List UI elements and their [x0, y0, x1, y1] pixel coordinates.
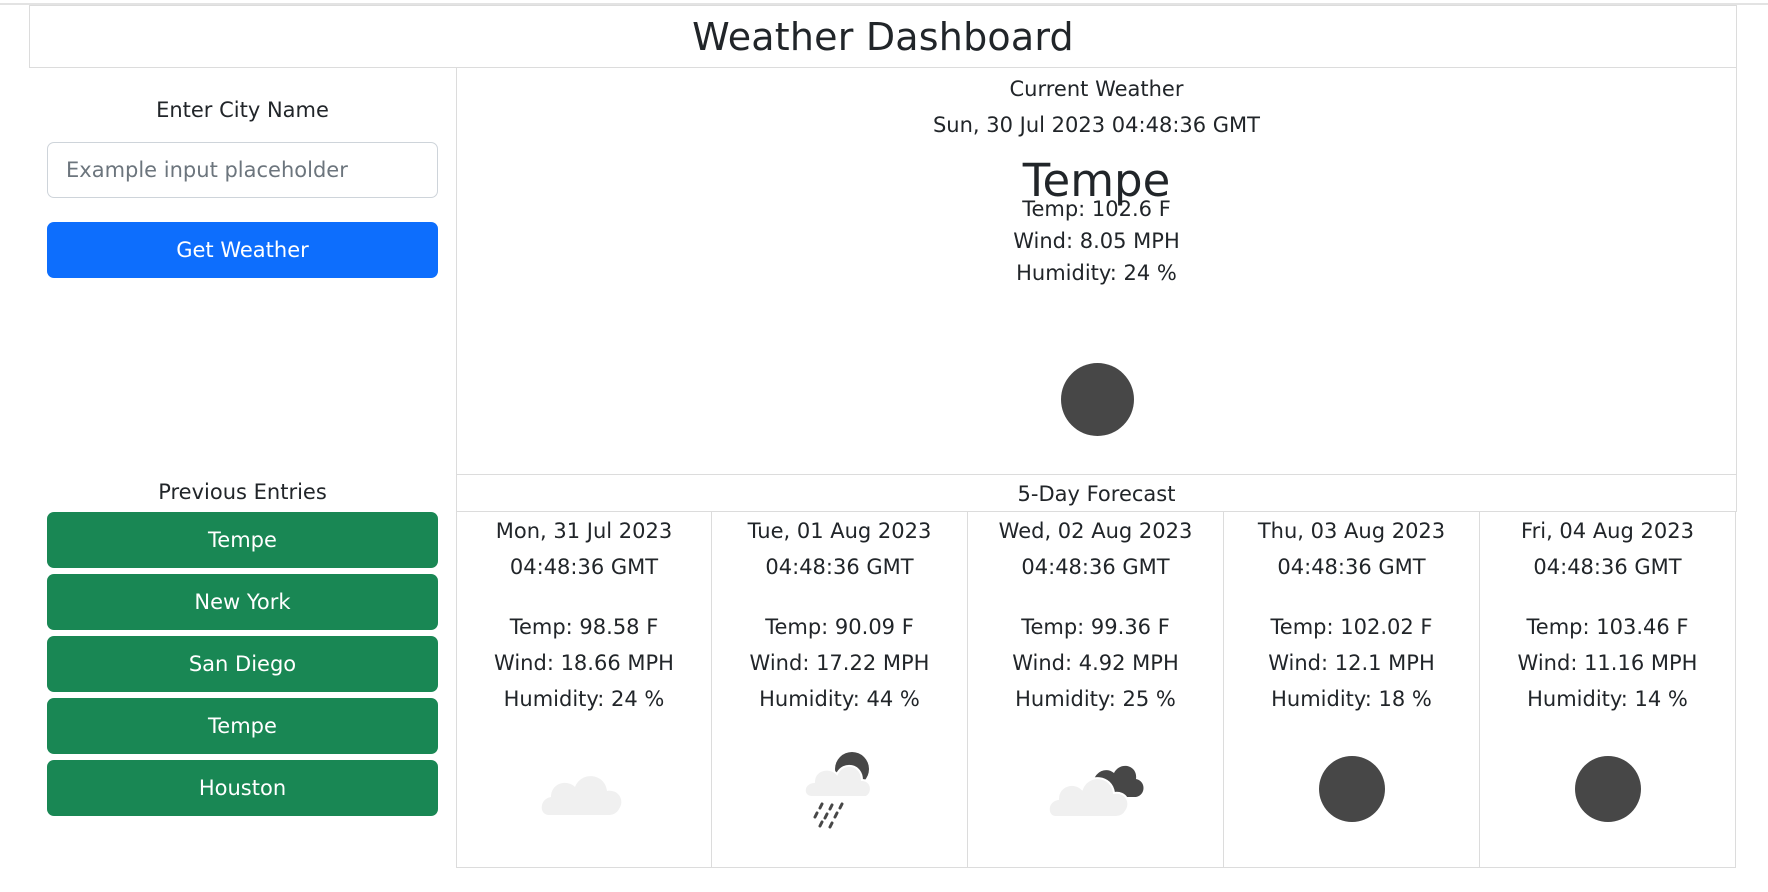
- forecast-humidity: Humidity: 24 %: [503, 687, 665, 711]
- clear-night-icon: [1575, 756, 1641, 822]
- city-input[interactable]: [47, 142, 438, 198]
- page-header: Weather Dashboard: [29, 5, 1737, 68]
- forecast-card: Mon, 31 Jul 2023 04:48:36 GMT Temp: 98.5…: [456, 512, 712, 868]
- forecast-title: 5-Day Forecast: [456, 475, 1737, 512]
- get-weather-button[interactable]: Get Weather: [47, 222, 438, 278]
- forecast-card: Fri, 04 Aug 2023 04:48:36 GMT Temp: 103.…: [1480, 512, 1736, 868]
- current-wind: Wind: 8.05 MPH: [1013, 229, 1180, 253]
- current-temp: Temp: 102.6 F: [1022, 197, 1171, 221]
- forecast-temp: Temp: 102.02 F: [1270, 615, 1433, 639]
- current-weather-panel: Current Weather Sun, 30 Jul 2023 04:48:3…: [456, 68, 1737, 475]
- forecast-date: Mon, 31 Jul 2023: [495, 519, 673, 543]
- forecast-temp: Temp: 99.36 F: [1021, 615, 1170, 639]
- history-item[interactable]: San Diego: [47, 636, 438, 692]
- history-item[interactable]: Tempe: [47, 698, 438, 754]
- cloud-icon: [541, 776, 622, 815]
- forecast-humidity: Humidity: 25 %: [1015, 687, 1176, 711]
- forecast-row: Mon, 31 Jul 2023 04:48:36 GMT Temp: 98.5…: [456, 512, 1737, 868]
- forecast-temp: Temp: 98.58 F: [509, 615, 659, 639]
- forecast-time: 04:48:36 GMT: [1533, 555, 1682, 579]
- page-title: Weather Dashboard: [692, 14, 1074, 59]
- clear-night-icon: [1319, 756, 1385, 822]
- forecast-card: Tue, 01 Aug 2023 04:48:36 GMT Temp: 90.0…: [712, 512, 968, 868]
- current-date: Sun, 30 Jul 2023 04:48:36 GMT: [932, 113, 1261, 137]
- current-humidity: Humidity: 24 %: [1016, 261, 1177, 285]
- forecast-temp: Temp: 90.09 F: [765, 615, 914, 639]
- forecast-humidity: Humidity: 14 %: [1527, 687, 1688, 711]
- history-item[interactable]: New York: [47, 574, 438, 630]
- broken-clouds-icon: [1047, 765, 1144, 818]
- forecast-date: Fri, 04 Aug 2023: [1521, 519, 1694, 543]
- forecast-humidity: Humidity: 44 %: [759, 687, 920, 711]
- forecast-wind: Wind: 18.66 MPH: [494, 651, 674, 675]
- history-item[interactable]: Tempe: [47, 512, 438, 568]
- forecast-wind: Wind: 17.22 MPH: [749, 651, 930, 675]
- forecast-wind: Wind: 4.92 MPH: [1012, 651, 1179, 675]
- forecast-wind: Wind: 12.1 MPH: [1268, 651, 1435, 675]
- forecast-card: Wed, 02 Aug 2023 04:48:36 GMT Temp: 99.3…: [968, 512, 1224, 868]
- forecast-time: 04:48:36 GMT: [509, 555, 659, 579]
- forecast-time: 04:48:36 GMT: [765, 555, 914, 579]
- forecast-wind: Wind: 11.16 MPH: [1517, 651, 1698, 675]
- city-label: Enter City Name: [156, 98, 329, 122]
- forecast-card: Thu, 03 Aug 2023 04:48:36 GMT Temp: 102.…: [1224, 512, 1480, 868]
- previous-entries-label: Previous Entries: [158, 480, 327, 504]
- forecast-temp: Temp: 103.46 F: [1526, 615, 1689, 639]
- history-item[interactable]: Houston: [47, 760, 438, 816]
- forecast-date: Wed, 02 Aug 2023: [998, 519, 1193, 543]
- forecast-time: 04:48:36 GMT: [1021, 555, 1170, 579]
- forecast-date: Tue, 01 Aug 2023: [747, 519, 932, 543]
- history-list: Tempe New York San Diego Tempe Houston: [47, 512, 438, 822]
- forecast-date: Thu, 03 Aug 2023: [1257, 519, 1446, 543]
- rain-night-icon: [803, 752, 872, 829]
- clear-night-icon: [1061, 363, 1134, 436]
- current-weather-title: Current Weather: [1009, 77, 1184, 101]
- forecast-humidity: Humidity: 18 %: [1271, 687, 1432, 711]
- forecast-time: 04:48:36 GMT: [1277, 555, 1426, 579]
